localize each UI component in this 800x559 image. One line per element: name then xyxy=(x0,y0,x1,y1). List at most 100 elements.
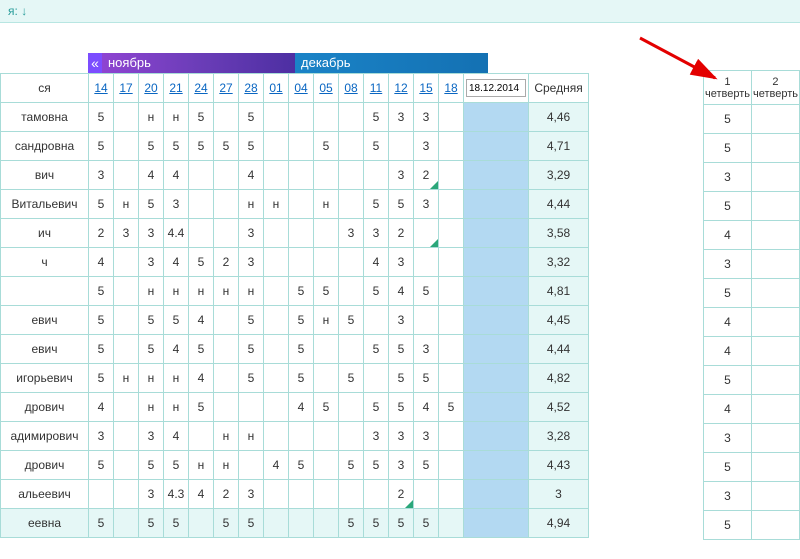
grade-cell[interactable] xyxy=(439,161,464,190)
table-row[interactable]: вич3444323,29 xyxy=(1,161,589,190)
grade-cell[interactable] xyxy=(264,277,289,306)
selected-date-cell[interactable] xyxy=(464,306,529,335)
grade-cell[interactable]: 5 xyxy=(164,306,189,335)
grade-cell[interactable]: 4 xyxy=(364,248,389,277)
grade-cell[interactable] xyxy=(289,103,314,132)
grade-cell[interactable] xyxy=(414,219,439,248)
selected-date-cell[interactable] xyxy=(464,161,529,190)
day-header[interactable]: 04 xyxy=(289,74,314,103)
grade-cell[interactable]: 5 xyxy=(89,451,114,480)
table-row[interactable]: еевна5555555554,94 xyxy=(1,509,589,538)
grade-cell[interactable]: 4 xyxy=(164,248,189,277)
grade-cell[interactable]: н xyxy=(139,277,164,306)
grade-cell[interactable]: 4 xyxy=(164,422,189,451)
selected-date-cell[interactable] xyxy=(464,480,529,509)
grade-cell[interactable] xyxy=(214,364,239,393)
selected-date-cell[interactable] xyxy=(464,451,529,480)
grade-cell[interactable]: 5 xyxy=(189,248,214,277)
grade-cell[interactable]: н xyxy=(239,277,264,306)
grade-cell[interactable] xyxy=(114,480,139,509)
grade-cell[interactable]: 4.3 xyxy=(164,480,189,509)
grade-cell[interactable]: 5 xyxy=(89,509,114,538)
grade-cell[interactable]: н xyxy=(189,277,214,306)
grade-cell[interactable] xyxy=(189,509,214,538)
grade-cell[interactable]: 5 xyxy=(139,509,164,538)
grade-cell[interactable]: 3 xyxy=(139,422,164,451)
table-row[interactable]: тамовна5нн555334,46 xyxy=(1,103,589,132)
grade-cell[interactable] xyxy=(314,451,339,480)
grade-cell[interactable]: 3 xyxy=(389,103,414,132)
grade-cell[interactable] xyxy=(214,393,239,422)
grade-cell[interactable]: н xyxy=(164,277,189,306)
selected-date-cell[interactable] xyxy=(464,248,529,277)
grade-cell[interactable] xyxy=(339,103,364,132)
grade-cell[interactable] xyxy=(114,103,139,132)
grade-cell[interactable]: 5 xyxy=(139,190,164,219)
grade-cell[interactable]: 5 xyxy=(164,132,189,161)
grade-cell[interactable]: 5 xyxy=(364,335,389,364)
grade-cell[interactable]: 5 xyxy=(364,451,389,480)
grade-cell[interactable] xyxy=(414,306,439,335)
grade-cell[interactable] xyxy=(339,161,364,190)
selected-date-cell[interactable] xyxy=(464,509,529,538)
grade-cell[interactable] xyxy=(264,393,289,422)
grade-cell[interactable]: 5 xyxy=(89,103,114,132)
grade-cell[interactable] xyxy=(264,480,289,509)
day-header[interactable]: 14 xyxy=(89,74,114,103)
grade-cell[interactable]: 4 xyxy=(289,393,314,422)
grade-cell[interactable]: 5 xyxy=(364,393,389,422)
grade-cell[interactable]: 3 xyxy=(139,219,164,248)
grade-cell[interactable] xyxy=(439,103,464,132)
grade-cell[interactable] xyxy=(264,306,289,335)
grade-cell[interactable] xyxy=(439,219,464,248)
grade-cell[interactable] xyxy=(264,103,289,132)
grade-cell[interactable]: 5 xyxy=(364,277,389,306)
grade-cell[interactable]: н xyxy=(114,364,139,393)
grade-cell[interactable]: н xyxy=(214,451,239,480)
grade-cell[interactable] xyxy=(364,161,389,190)
grade-cell[interactable] xyxy=(264,422,289,451)
grade-cell[interactable]: 3 xyxy=(364,422,389,451)
grade-cell[interactable]: 3 xyxy=(414,422,439,451)
grade-cell[interactable] xyxy=(439,132,464,161)
grade-cell[interactable] xyxy=(114,509,139,538)
grade-cell[interactable] xyxy=(264,335,289,364)
grade-cell[interactable]: 5 xyxy=(89,190,114,219)
grade-cell[interactable]: 5 xyxy=(164,451,189,480)
selected-date-cell[interactable] xyxy=(464,190,529,219)
grade-cell[interactable]: 3 xyxy=(139,480,164,509)
grade-cell[interactable] xyxy=(214,103,239,132)
grade-cell[interactable]: 5 xyxy=(189,132,214,161)
grade-cell[interactable] xyxy=(189,219,214,248)
grade-cell[interactable] xyxy=(114,161,139,190)
grade-cell[interactable]: 5 xyxy=(339,364,364,393)
grade-cell[interactable] xyxy=(214,161,239,190)
grade-cell[interactable]: 5 xyxy=(364,509,389,538)
grade-cell[interactable]: 5 xyxy=(389,364,414,393)
grade-cell[interactable]: 4 xyxy=(239,161,264,190)
grade-cell[interactable] xyxy=(264,219,289,248)
grade-cell[interactable]: 5 xyxy=(239,364,264,393)
grade-cell[interactable] xyxy=(439,422,464,451)
grade-cell[interactable]: 4 xyxy=(189,306,214,335)
grade-cell[interactable] xyxy=(214,306,239,335)
grade-cell[interactable]: 5 xyxy=(364,103,389,132)
grade-cell[interactable]: 2 xyxy=(414,161,439,190)
grade-cell[interactable] xyxy=(314,480,339,509)
grade-cell[interactable]: 3 xyxy=(389,306,414,335)
grade-cell[interactable]: 3 xyxy=(414,103,439,132)
selected-date-cell[interactable] xyxy=(464,364,529,393)
grade-cell[interactable] xyxy=(314,422,339,451)
grade-cell[interactable]: 5 xyxy=(314,277,339,306)
grade-cell[interactable]: 3 xyxy=(114,219,139,248)
grade-cell[interactable]: 3 xyxy=(389,161,414,190)
grade-cell[interactable]: 5 xyxy=(339,451,364,480)
grade-cell[interactable]: 5 xyxy=(239,103,264,132)
day-header[interactable]: 27 xyxy=(214,74,239,103)
grade-cell[interactable]: 3 xyxy=(89,161,114,190)
grade-cell[interactable] xyxy=(264,161,289,190)
grade-cell[interactable]: 3 xyxy=(339,219,364,248)
grade-cell[interactable]: 5 xyxy=(339,509,364,538)
day-header[interactable]: 05 xyxy=(314,74,339,103)
grade-cell[interactable]: н xyxy=(139,364,164,393)
